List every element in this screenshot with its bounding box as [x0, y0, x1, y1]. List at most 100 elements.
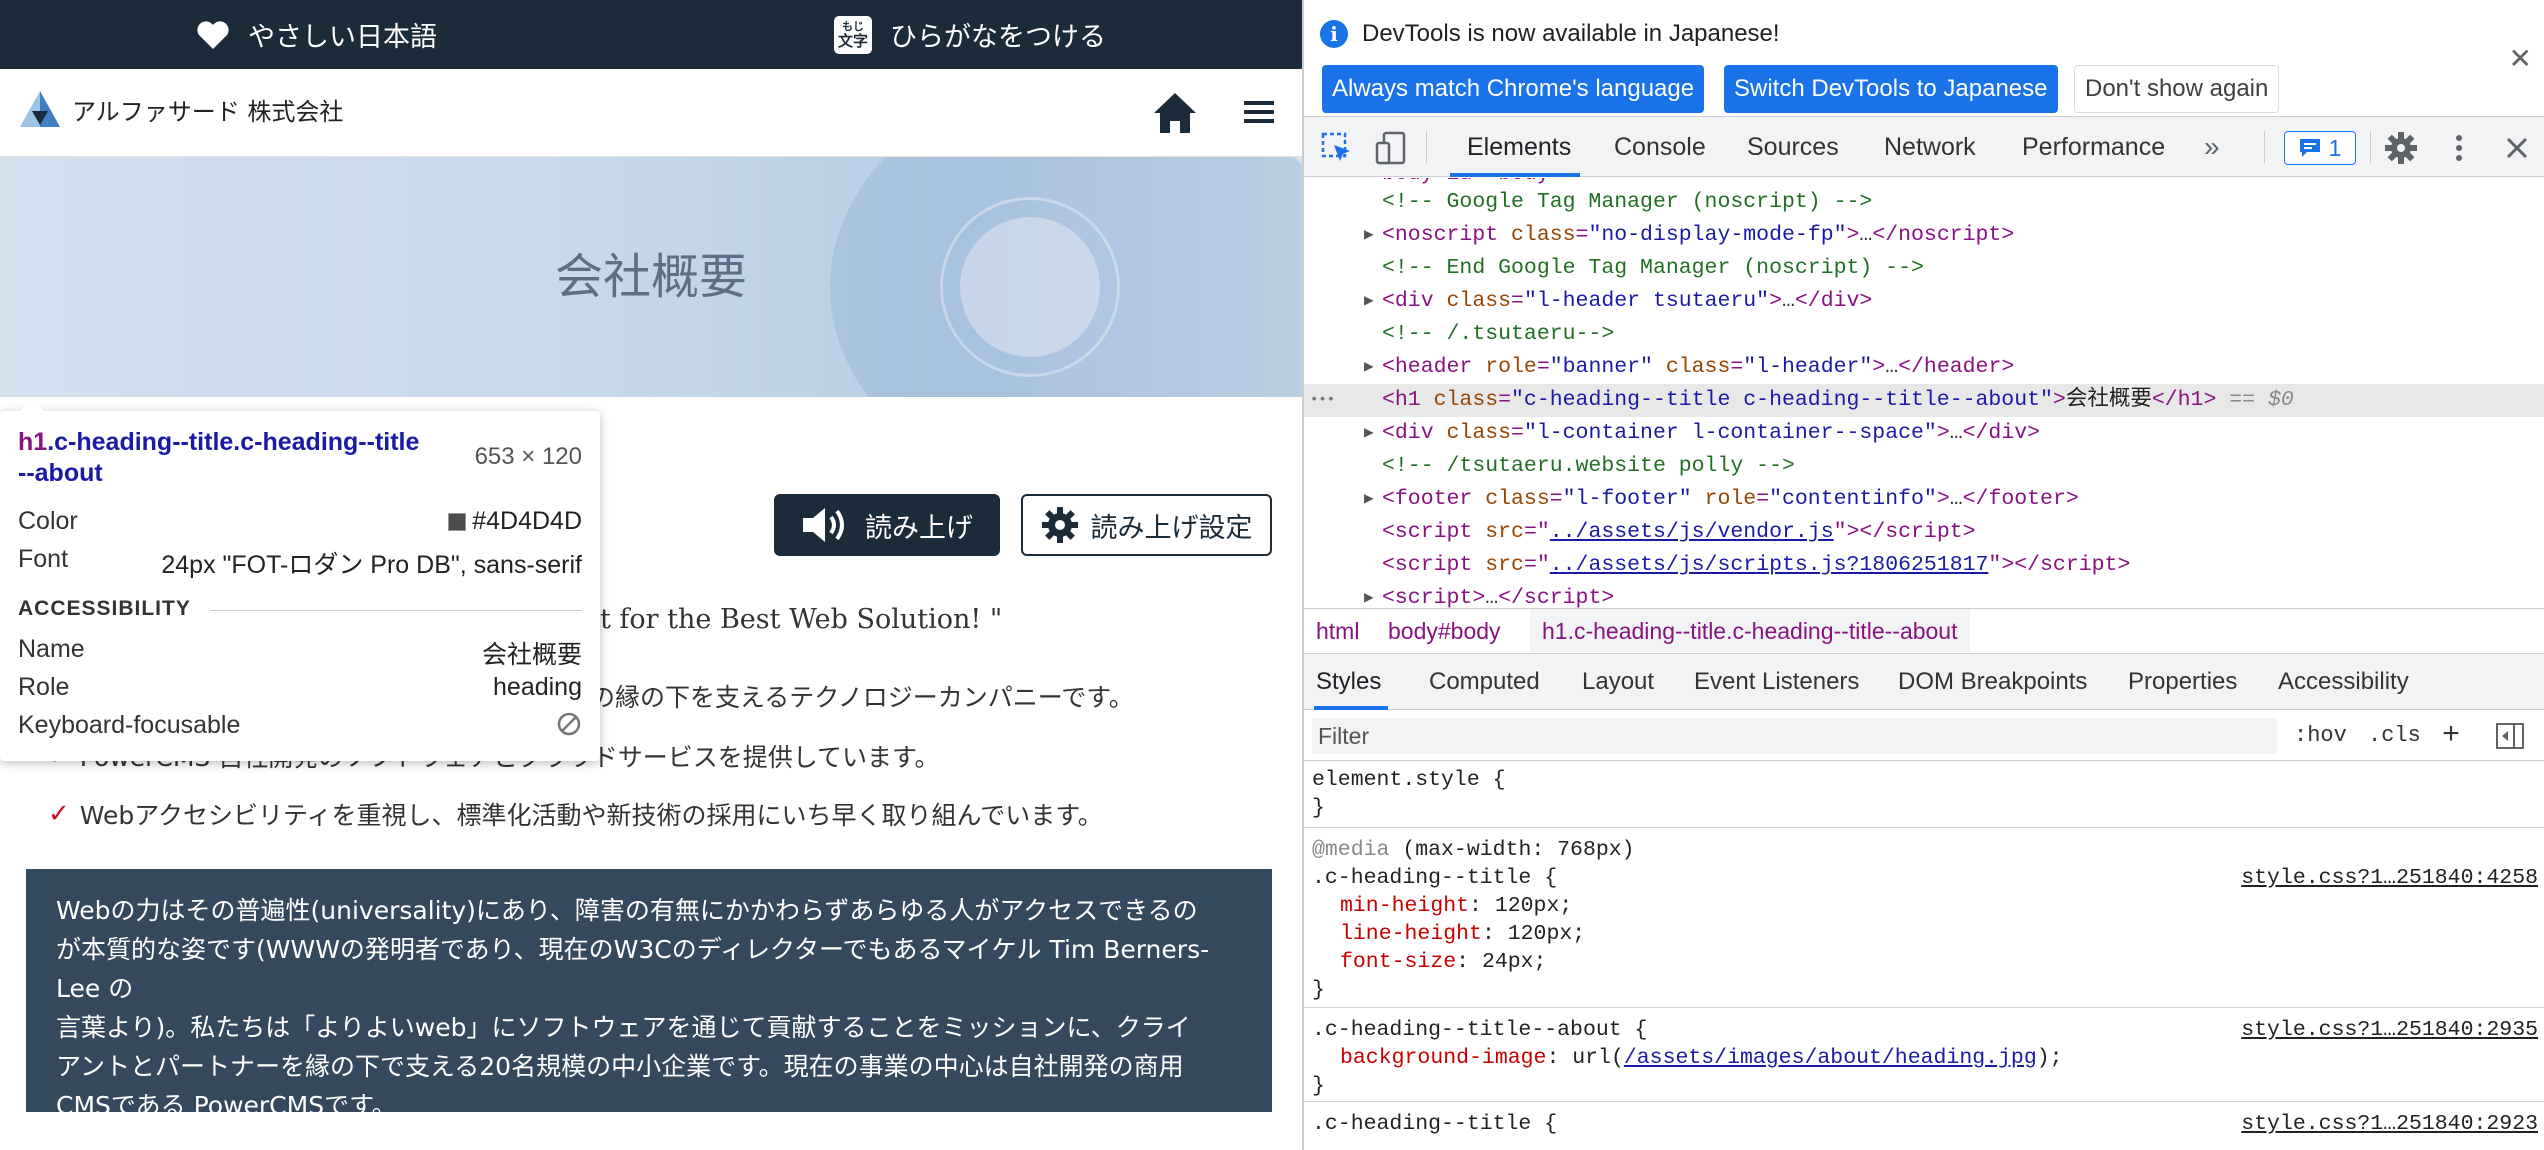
stylesheet-link[interactable]: style.css?1…251840:2923 — [2241, 1110, 2538, 1138]
tab-console[interactable]: Console — [1614, 117, 1706, 177]
add-rule-icon[interactable]: + — [2442, 711, 2460, 761]
dom-node[interactable]: ▶ <div class="l-header tsutaeru">…</div> — [1304, 285, 2544, 318]
tab-dom-breakpoints[interactable]: DOM Breakpoints — [1898, 654, 2087, 710]
breadcrumb-h1[interactable]: h1.c-heading--title.c-heading--title--ab… — [1530, 609, 1970, 653]
styles-pane: element.style { } @media (max-width: 768… — [1304, 762, 2544, 1150]
tooltip-focusable-label: Keyboard-focusable — [18, 711, 241, 739]
close-icon[interactable]: ✕ — [2509, 42, 2532, 75]
tab-network[interactable]: Network — [1884, 117, 1976, 177]
dom-node[interactable]: <!-- End Google Tag Manager (noscript) -… — [1304, 252, 2544, 285]
tooltip-divider — [210, 610, 582, 611]
tab-performance[interactable]: Performance — [2022, 117, 2165, 177]
expand-arrow-icon[interactable]: ▶ — [1364, 417, 1374, 450]
rule-selector: .c-heading--title { — [1312, 1112, 1558, 1136]
site-logo[interactable]: アルファサード 株式会社 — [18, 89, 343, 129]
tab-layout[interactable]: Layout — [1582, 654, 1654, 710]
logo-text: アルファサード 株式会社 — [72, 97, 344, 126]
dom-noscript: <noscript class="no-display-mode-fp">…</… — [1382, 223, 2015, 247]
dom-node[interactable]: <script src="../assets/js/vendor.js"></s… — [1304, 516, 2544, 549]
dom-node[interactable]: ▶ <script>…</script> — [1304, 582, 2544, 608]
dom-node[interactable]: ▶ <header role="banner" class="l-header"… — [1304, 351, 2544, 384]
tab-sources[interactable]: Sources — [1747, 117, 1839, 177]
device-toolbar-icon[interactable] — [1374, 131, 1408, 165]
alfasado-logo-icon — [20, 91, 60, 127]
background-image-link[interactable]: /assets/images/about/heading.jpg — [1624, 1046, 2037, 1070]
about-line: アントとパートナーを縁の下で支える20名規模の中小企業です。現在の事業の中心は自… — [56, 1052, 1184, 1081]
breadcrumb-body[interactable]: body#body — [1376, 609, 1513, 653]
hover-state-toggle[interactable]: :hov — [2294, 711, 2347, 761]
dom-container: <div class="l-container l-container--spa… — [1382, 421, 2041, 445]
breadcrumb: html body#body h1.c-heading--title.c-hea… — [1304, 608, 2544, 654]
css-property[interactable]: background-image: url(/assets/images/abo… — [1340, 1044, 2063, 1072]
stylesheet-link[interactable]: style.css?1…251840:4258 — [2241, 864, 2538, 892]
tooltip-selector-class-end: --about — [18, 459, 103, 487]
tooltip-role-row: Role heading — [18, 673, 582, 703]
tooltip-accessibility-heading: ACCESSIBILITY — [18, 597, 191, 620]
dom-node[interactable]: <!-- Google Tag Manager (noscript) --> — [1304, 186, 2544, 219]
tab-elements[interactable]: Elements — [1467, 117, 1571, 177]
dom-node[interactable]: ▶ <footer class="l-footer" role="content… — [1304, 483, 2544, 516]
language-infobar: i DevTools is now available in Japanese!… — [1304, 0, 2544, 117]
css-property[interactable]: min-height: 120px; — [1340, 892, 1572, 920]
read-aloud-settings-button[interactable]: 読み上げ設定 — [1021, 494, 1272, 556]
dont-show-again-button[interactable]: Don't show again — [2074, 65, 2280, 113]
hamburger-menu-icon[interactable] — [1242, 95, 1276, 129]
read-aloud-button[interactable]: 読み上げ — [774, 494, 1000, 556]
dom-node[interactable]: <!-- /.tsutaeru--> — [1304, 318, 2544, 351]
settings-gear-icon[interactable] — [2384, 131, 2418, 165]
rule-selector: .c-heading--title--about { — [1312, 1018, 1648, 1042]
node-actions-icon[interactable]: ••• — [1310, 384, 1335, 417]
kebab-menu-icon[interactable] — [2442, 131, 2476, 165]
breadcrumb-html[interactable]: html — [1304, 609, 1371, 653]
rule-selector: .c-heading--title { — [1312, 866, 1558, 890]
inspect-element-icon[interactable] — [1320, 131, 1354, 165]
class-toggle[interactable]: .cls — [2368, 711, 2421, 761]
dom-node[interactable]: <script src="../assets/js/scripts.js?180… — [1304, 549, 2544, 582]
close-devtools-icon[interactable] — [2500, 131, 2534, 165]
dom-node[interactable]: ▶ <noscript class="no-display-mode-fp">…… — [1304, 219, 2544, 252]
furigana-toggle[interactable]: もじ 文字 ひらがなをつける — [834, 0, 1106, 69]
infobar-message: DevTools is now available in Japanese! — [1362, 20, 1780, 47]
home-icon[interactable] — [1152, 91, 1198, 135]
expand-arrow-icon[interactable]: ▶ — [1364, 285, 1374, 318]
color-swatch — [448, 513, 467, 531]
match-language-button[interactable]: Always match Chrome's language — [1322, 65, 1705, 113]
tab-properties[interactable]: Properties — [2128, 654, 2237, 710]
tab-computed[interactable]: Computed — [1429, 654, 1540, 710]
check-icon: ✓ — [48, 799, 70, 829]
script-src-link[interactable]: ../assets/js/scripts.js?1806251817 — [1550, 553, 1989, 577]
toggle-sidebar-icon[interactable] — [2496, 723, 2524, 749]
expand-arrow-icon[interactable]: ▶ — [1364, 219, 1374, 252]
more-tabs-icon[interactable]: » — [2204, 117, 2220, 177]
dom-node[interactable]: ▶ <div class="l-container l-container--s… — [1304, 417, 2544, 450]
dom-node[interactable]: <!-- /tsutaeru.website polly --> — [1304, 450, 2544, 483]
script-src-link[interactable]: ../assets/js/vendor.js — [1550, 520, 1834, 544]
expand-arrow-icon[interactable]: ▶ — [1364, 483, 1374, 516]
heart-icon — [196, 20, 230, 50]
dom-header: <header role="banner" class="l-header">…… — [1382, 355, 2015, 379]
css-property[interactable]: line-height: 120px; — [1340, 920, 1585, 948]
tab-styles[interactable]: Styles — [1316, 654, 1381, 710]
page-title: 会社概要 — [554, 249, 747, 305]
style-rule-media[interactable]: @media (max-width: 768px) .c-heading--ti… — [1304, 828, 2544, 1008]
style-rule-heading[interactable]: .c-heading--title { style.css?1…251840:2… — [1304, 1102, 2544, 1150]
style-rule-element[interactable]: element.style { } — [1304, 762, 2544, 828]
expand-arrow-icon[interactable]: ▶ — [1364, 582, 1374, 608]
tooltip-arrow — [20, 399, 44, 411]
rule-close: } — [1312, 1074, 1325, 1098]
not-allowed-icon — [556, 711, 582, 744]
easy-japanese-link[interactable]: やさしい日本語 — [196, 0, 437, 69]
tab-event-listeners[interactable]: Event Listeners — [1694, 654, 1859, 710]
css-property[interactable]: font-size: 24px; — [1340, 948, 1546, 976]
tab-accessibility[interactable]: Accessibility — [2278, 654, 2409, 710]
style-rule-about[interactable]: .c-heading--title--about { style.css?1…2… — [1304, 1008, 2544, 1102]
dom-node-selected[interactable]: ••• <h1 class="c-heading--title c-headin… — [1304, 384, 2544, 417]
tooltip-name-label: Name — [18, 635, 85, 663]
toolbar-separator — [2264, 131, 2265, 163]
styles-filter-input[interactable] — [1312, 718, 2277, 754]
expand-arrow-icon[interactable]: ▶ — [1364, 351, 1374, 384]
stylesheet-link[interactable]: style.css?1…251840:2935 — [2241, 1016, 2538, 1044]
issues-button[interactable]: 1 — [2284, 131, 2356, 165]
switch-to-japanese-button[interactable]: Switch DevTools to Japanese — [1724, 65, 2058, 113]
hero-banner: 会社概要 — [0, 157, 1302, 397]
